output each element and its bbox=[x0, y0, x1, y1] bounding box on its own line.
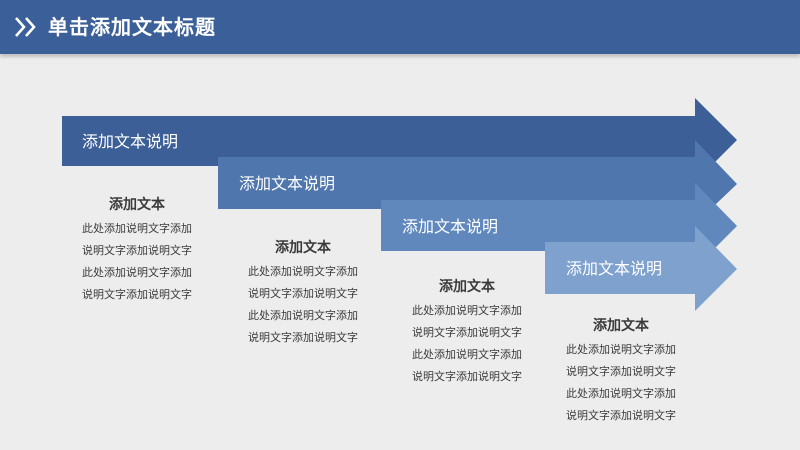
step-3-desc-line: 此处添加说明文字添加 bbox=[412, 348, 522, 361]
step-3-description: 添加文本 此处添加说明文字添加 说明文字添加说明文字 此处添加说明文字添加 说明… bbox=[392, 277, 542, 388]
step-4-desc-line: 此处添加说明文字添加 bbox=[566, 387, 676, 400]
step-1-desc-line: 说明文字添加说明文字 bbox=[82, 244, 192, 257]
step-3-arrow-label: 添加文本说明 bbox=[402, 217, 499, 236]
step-1-desc-line: 此处添加说明文字添加 bbox=[82, 266, 192, 279]
step-1-desc-title: 添加文本 bbox=[109, 197, 165, 213]
step-2-desc-line: 此处添加说明文字添加 bbox=[248, 265, 358, 278]
step-4-description: 添加文本 此处添加说明文字添加 说明文字添加说明文字 此处添加说明文字添加 说明… bbox=[546, 316, 696, 427]
step-2-description: 添加文本 此处添加说明文字添加 说明文字添加说明文字 此处添加说明文字添加 说明… bbox=[228, 238, 378, 349]
step-3-desc-line: 说明文字添加说明文字 bbox=[412, 326, 522, 339]
step-4-desc-line: 说明文字添加说明文字 bbox=[566, 409, 676, 422]
step-1-description: 添加文本 此处添加说明文字添加 说明文字添加说明文字 此处添加说明文字添加 说明… bbox=[62, 195, 212, 306]
step-1-desc-line: 此处添加说明文字添加 bbox=[82, 222, 192, 235]
step-1-arrow-label: 添加文本说明 bbox=[82, 132, 179, 151]
step-4-arrow-label: 添加文本说明 bbox=[566, 259, 663, 278]
step-3-desc-line: 此处添加说明文字添加 bbox=[412, 304, 522, 317]
step-4-desc-line: 说明文字添加说明文字 bbox=[566, 365, 676, 378]
step-2-desc-line: 说明文字添加说明文字 bbox=[248, 287, 358, 300]
step-3-desc-title: 添加文本 bbox=[439, 279, 495, 295]
step-2-arrow-label: 添加文本说明 bbox=[239, 174, 336, 193]
step-2-desc-title: 添加文本 bbox=[275, 240, 331, 256]
step-1-desc-line: 说明文字添加说明文字 bbox=[82, 288, 192, 301]
step-4-desc-title: 添加文本 bbox=[593, 318, 649, 334]
step-3-desc-line: 说明文字添加说明文字 bbox=[412, 370, 522, 383]
step-2-desc-line: 说明文字添加说明文字 bbox=[248, 331, 358, 344]
step-4-desc-line: 此处添加说明文字添加 bbox=[566, 343, 676, 356]
step-2-desc-line: 此处添加说明文字添加 bbox=[248, 309, 358, 322]
